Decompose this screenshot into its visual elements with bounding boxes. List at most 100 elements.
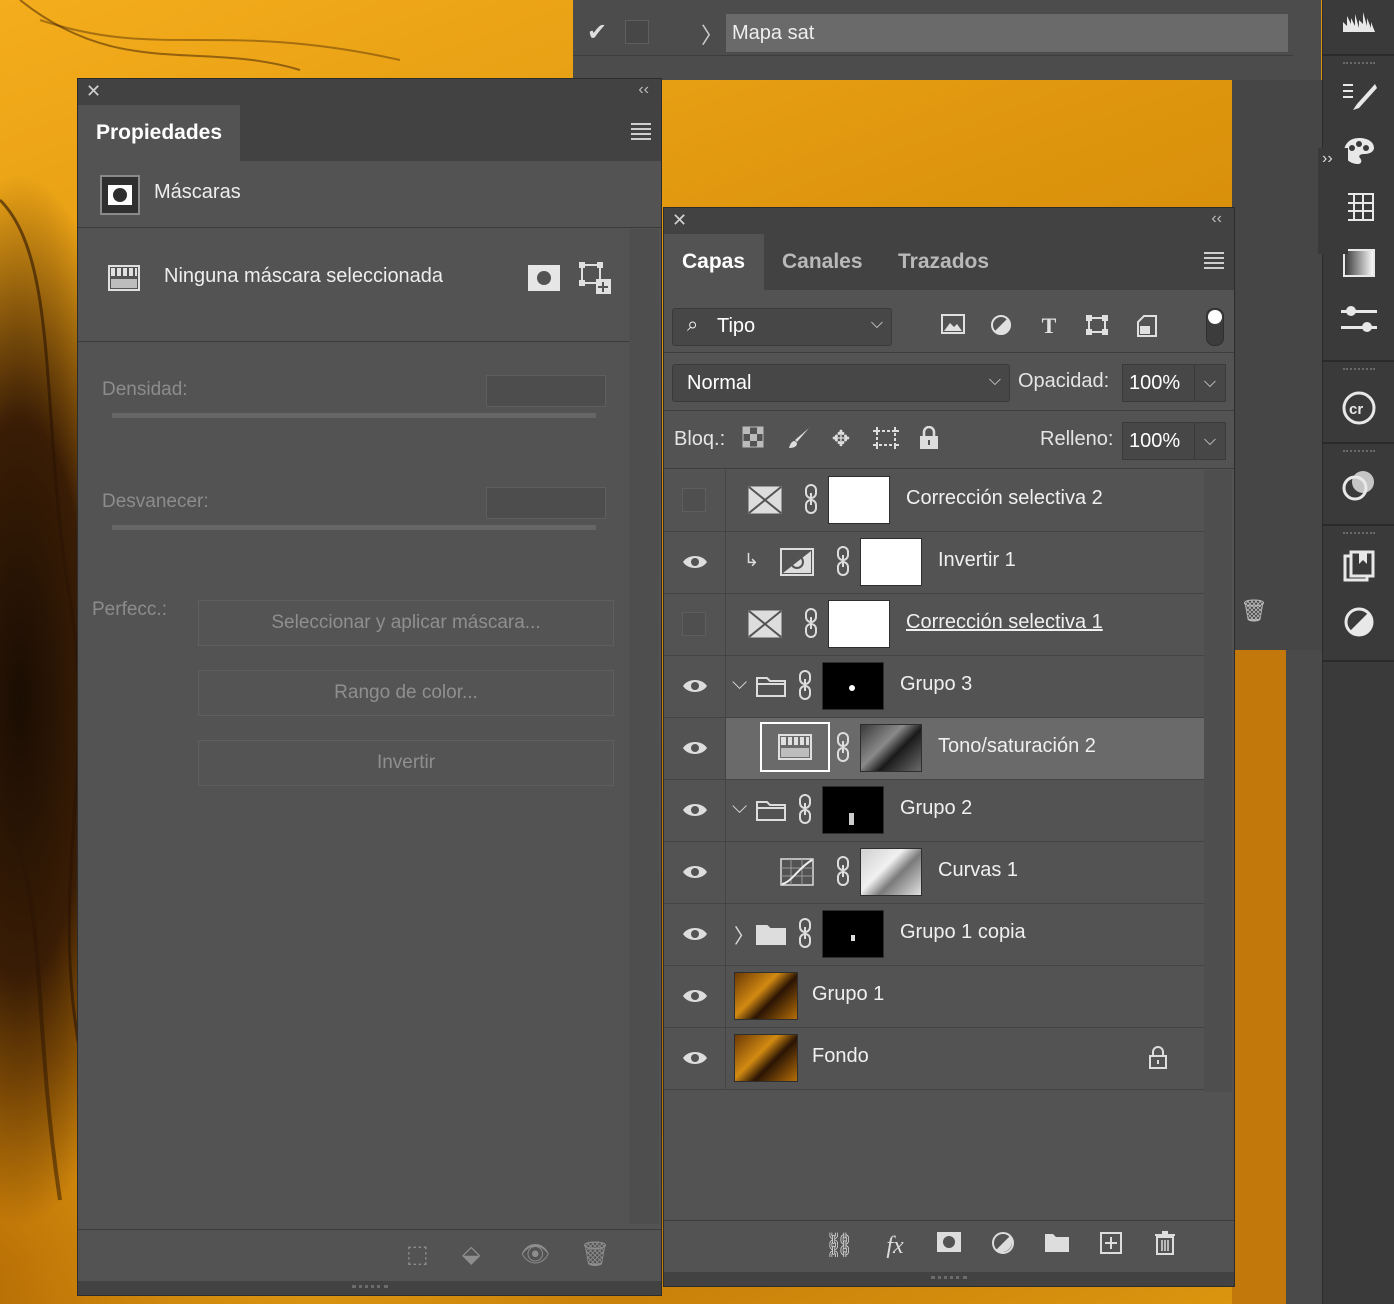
lock-paint-icon[interactable] (786, 426, 812, 452)
opacity-dropdown[interactable]: ⌵ (1194, 364, 1226, 402)
brush-settings-icon[interactable] (1337, 80, 1381, 120)
new-layer-icon[interactable] (1096, 1231, 1126, 1261)
fx-icon[interactable]: fx (880, 1231, 910, 1261)
visibility-eye-icon[interactable]: 👁 (520, 1240, 550, 1269)
adjustments-sliders-icon[interactable] (1337, 304, 1381, 344)
visibility-toggle[interactable] (682, 488, 706, 512)
filter-type-icon[interactable]: T (1036, 314, 1062, 338)
layer-mask-thumbnail[interactable] (822, 662, 884, 710)
collapse-icon[interactable]: ‹‹ (1211, 210, 1222, 228)
filter-smart-object-icon[interactable] (1134, 314, 1160, 338)
link-chain-icon[interactable] (836, 856, 850, 886)
layer-row[interactable]: Curvas 1 (664, 842, 1204, 904)
scrollbar[interactable] (629, 229, 659, 1224)
link-chain-icon[interactable] (804, 484, 818, 514)
layer-mask-thumbnail[interactable] (828, 600, 890, 648)
chevron-right-icon[interactable]: 〉 (734, 920, 754, 949)
link-chain-icon[interactable] (804, 608, 818, 638)
add-mask-icon[interactable] (934, 1231, 964, 1261)
close-icon[interactable]: ✕ (672, 210, 687, 231)
tab-channels[interactable]: Canales (764, 234, 881, 290)
lock-transparency-icon[interactable] (740, 426, 766, 452)
libraries-icon[interactable] (1337, 550, 1381, 590)
lock-move-icon[interactable]: ✥ (828, 426, 854, 452)
dock-collapse-tab[interactable]: ›› (1318, 148, 1348, 254)
checkmark-icon[interactable]: ✔ (587, 18, 607, 47)
link-chain-icon[interactable] (798, 794, 812, 824)
eye-icon[interactable] (682, 924, 708, 944)
layer-row[interactable]: Corrección selectiva 1 (664, 594, 1204, 656)
checkbox[interactable] (625, 20, 649, 44)
eye-icon[interactable] (682, 800, 708, 820)
layer-mask-thumbnail[interactable] (860, 848, 922, 896)
blend-mode-dropdown[interactable]: Normal ⌵ (672, 364, 1010, 402)
new-adjustment-icon[interactable] (988, 1231, 1018, 1261)
resize-grip[interactable] (78, 1281, 661, 1295)
layer-thumbnail[interactable] (734, 1034, 798, 1082)
link-layers-icon[interactable]: ⛓ (824, 1231, 854, 1261)
gradient-icon[interactable] (1337, 248, 1381, 288)
filter-shape-icon[interactable] (1084, 314, 1110, 338)
layer-row[interactable]: ↳ Invertir 1 (664, 532, 1204, 594)
layer-mask-thumbnail[interactable] (822, 786, 884, 834)
eye-icon[interactable] (682, 862, 708, 882)
double-chevron-right-icon[interactable]: ›› (1322, 150, 1333, 168)
trash-icon[interactable]: 🗑 (580, 1240, 610, 1269)
load-selection-icon[interactable]: ⬚ (406, 1240, 429, 1269)
lock-all-icon[interactable] (916, 425, 942, 452)
chevron-right-icon[interactable]: 〉 (701, 18, 723, 50)
layer-mask-thumbnail[interactable] (860, 724, 922, 772)
histogram-icon[interactable] (1337, 4, 1381, 44)
add-vector-mask-icon[interactable] (578, 261, 612, 295)
resize-grip[interactable] (664, 1272, 1234, 1286)
adjustments-icon[interactable] (1337, 606, 1381, 646)
new-group-icon[interactable] (1042, 1231, 1072, 1261)
scrollbar[interactable] (1204, 470, 1232, 1092)
eye-icon[interactable] (682, 676, 708, 696)
filter-type-dropdown[interactable]: ⌕ Tipo ⌵ (672, 308, 892, 346)
layer-row[interactable]: ⌵ Grupo 2 (664, 780, 1204, 842)
camera-raw-icon[interactable]: cr (1337, 390, 1381, 430)
chevron-down-icon[interactable]: ⌵ (732, 796, 747, 819)
close-icon[interactable]: ✕ (86, 81, 101, 102)
layer-row[interactable]: ⌵ Grupo 3 (664, 656, 1204, 718)
collapse-icon[interactable]: ‹‹ (638, 81, 649, 99)
filter-adjustment-icon[interactable] (988, 314, 1014, 338)
visibility-toggle[interactable] (682, 612, 706, 636)
filter-toggle[interactable] (1206, 308, 1224, 346)
apply-mask-icon[interactable]: ⬙ (462, 1240, 480, 1269)
panel-menu-icon[interactable] (631, 123, 651, 141)
layer-row[interactable]: Grupo 1 (664, 966, 1204, 1028)
eye-icon[interactable] (682, 738, 708, 758)
link-chain-icon[interactable] (836, 546, 850, 576)
eye-icon[interactable] (682, 986, 708, 1006)
link-chain-icon[interactable] (798, 918, 812, 948)
adjustment-thumbnail-selected[interactable] (760, 722, 830, 772)
chevron-down-icon[interactable]: ⌵ (732, 672, 747, 695)
layer-row[interactable]: Tono/saturación 2 (664, 718, 1204, 780)
filter-pixel-icon[interactable] (940, 314, 966, 338)
layer-mask-thumbnail[interactable] (828, 476, 890, 524)
fill-input[interactable]: 100% (1122, 422, 1200, 460)
opacity-input[interactable]: 100% (1122, 364, 1200, 402)
eye-icon[interactable] (682, 552, 708, 572)
layer-thumbnail[interactable] (734, 972, 798, 1020)
select-and-mask-button[interactable]: Seleccionar y aplicar máscara... (198, 600, 614, 646)
invert-button[interactable]: Invertir (198, 740, 614, 786)
trash-icon[interactable] (1150, 1231, 1180, 1261)
panel-menu-icon[interactable] (1204, 252, 1224, 270)
list-item[interactable]: ✔ 〉 Mapa sat (573, 10, 1293, 54)
link-chain-icon[interactable] (798, 670, 812, 700)
tab-layers[interactable]: Capas (664, 234, 764, 290)
link-chain-icon[interactable] (836, 732, 850, 762)
tab-properties[interactable]: Propiedades (78, 105, 241, 161)
layer-row[interactable]: Corrección selectiva 2 (664, 470, 1204, 532)
layer-mask-thumbnail[interactable] (860, 538, 922, 586)
add-pixel-mask-icon[interactable] (528, 265, 560, 291)
lock-icon[interactable] (1148, 1046, 1168, 1070)
eye-icon[interactable] (682, 1048, 708, 1068)
layer-mask-thumbnail[interactable] (822, 910, 884, 958)
layer-row[interactable]: Fondo (664, 1028, 1204, 1090)
trash-icon[interactable]: 🗑 (1240, 598, 1268, 624)
layer-row[interactable]: 〉 Grupo 1 copia (664, 904, 1204, 966)
